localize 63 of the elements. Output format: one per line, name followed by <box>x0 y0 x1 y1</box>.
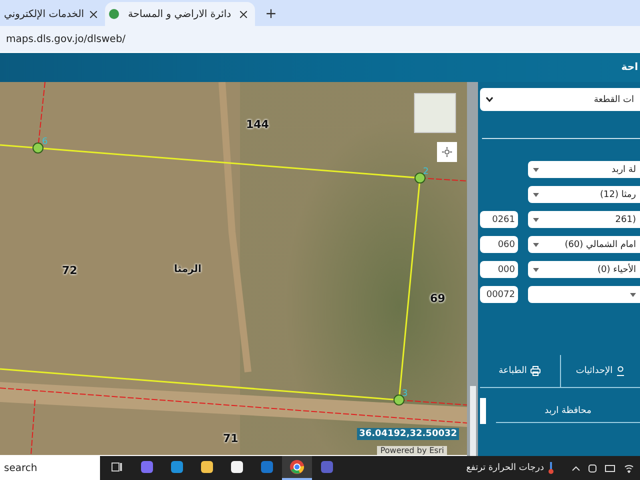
select-field[interactable]: الأحياء (0) <box>528 261 640 278</box>
caret-icon <box>533 168 539 172</box>
chat-app-icon <box>320 460 334 474</box>
folder-icon <box>200 460 214 474</box>
store-icon <box>230 460 244 474</box>
new-tab-button[interactable]: + <box>265 6 277 22</box>
browser-icon <box>170 460 184 474</box>
person-icon <box>616 366 625 376</box>
coordinates-readout: 36.04192,32.50032 <box>357 428 459 440</box>
parcel-number: 69 <box>430 292 446 305</box>
copilot-icon <box>140 460 154 474</box>
select-field[interactable]: لة اربد <box>528 161 640 178</box>
weather-text[interactable]: درجات الحرارة ترتفع <box>466 462 554 474</box>
chevron-up-icon[interactable] <box>572 466 580 470</box>
map-attribution: Powered by Esri <box>377 446 447 455</box>
select-field[interactable]: امام الشمالي (60) <box>528 236 640 253</box>
app-title: احة <box>621 62 638 73</box>
vertex-marker[interactable] <box>394 394 404 406</box>
code-field[interactable]: 00072 <box>480 286 518 303</box>
sun-icon <box>442 147 452 157</box>
caret-icon <box>533 242 539 246</box>
code-field[interactable]: 060 <box>480 236 518 253</box>
vertex-number: 6 <box>42 137 48 147</box>
select-field[interactable]: (261 <box>528 211 640 228</box>
parcel-number: 72 <box>62 264 78 277</box>
brightness-button[interactable] <box>437 142 457 162</box>
chevron-icon <box>486 97 493 102</box>
close-icon[interactable] <box>240 10 248 18</box>
parcel-number: 144 <box>246 118 269 131</box>
thermometer-icon <box>548 462 554 474</box>
site-favicon <box>109 9 120 19</box>
close-icon[interactable] <box>90 10 98 18</box>
mode-dropdown[interactable]: ات القطعة <box>480 88 640 111</box>
caret-icon <box>533 268 539 272</box>
browser-tab[interactable]: الخدمات الإلكتروني <box>0 2 106 26</box>
vertex-number: 3 <box>402 389 408 399</box>
search-field[interactable]: search <box>0 456 100 480</box>
code-field[interactable]: 0261 <box>480 211 518 228</box>
chrome-icon <box>290 460 304 474</box>
taskbar-app[interactable] <box>282 456 312 480</box>
vertex-marker[interactable] <box>414 172 426 184</box>
mail-icon <box>260 460 274 474</box>
area-name: الرمثا <box>174 264 202 275</box>
task-view-icon <box>110 460 124 474</box>
caret-icon <box>533 218 539 222</box>
address-bar[interactable]: maps.dls.gov.jo/dlsweb/ <box>0 26 640 53</box>
print-button[interactable]: الطباعة <box>480 355 560 387</box>
vertex-number: 2 <box>423 167 429 177</box>
parcel-number: 71 <box>223 432 238 445</box>
caret-icon <box>630 292 636 296</box>
scrollbar[interactable] <box>467 82 478 456</box>
meet-icon[interactable] <box>588 464 597 472</box>
wifi-icon[interactable] <box>624 464 634 472</box>
result-item[interactable]: محافظة اربد <box>496 400 640 422</box>
result-scrollbar[interactable] <box>480 398 486 424</box>
printer-icon <box>530 366 541 376</box>
caret-icon <box>533 192 539 196</box>
battery-icon[interactable] <box>605 464 616 472</box>
select-field[interactable]: رمثا (12) <box>528 186 640 203</box>
browser-tab[interactable]: دائرة الاراضي و المساحة <box>105 2 256 26</box>
code-field[interactable]: 000 <box>480 261 518 278</box>
select-field[interactable] <box>528 286 640 303</box>
coordinates-button[interactable]: الإحداثيات <box>560 355 640 387</box>
